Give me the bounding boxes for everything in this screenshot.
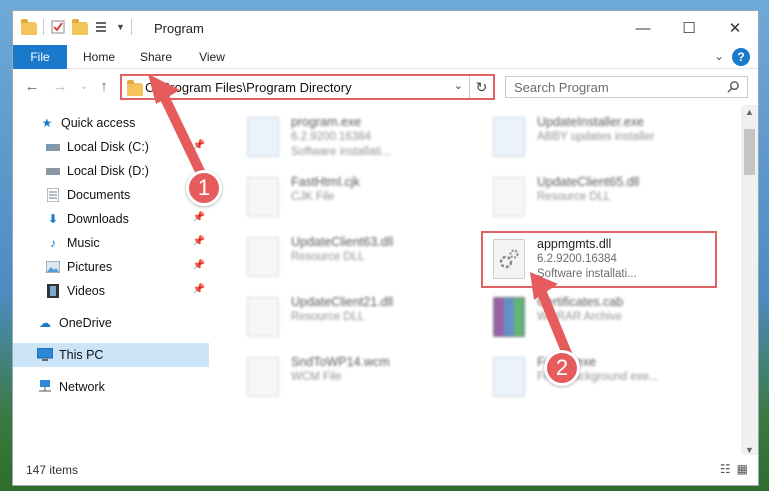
tab-share[interactable]: Share — [131, 45, 181, 69]
expand-ribbon-icon[interactable]: ⌄ — [714, 49, 724, 63]
recent-dropdown-icon[interactable]: ⌄ — [75, 81, 93, 92]
highlight-box — [481, 231, 717, 288]
sidebar-item-pictures[interactable]: Pictures 📌 — [13, 255, 209, 279]
callout-badge-2: 2 — [544, 350, 580, 386]
star-icon: ★ — [41, 116, 53, 130]
application-icon — [493, 117, 525, 157]
help-button[interactable]: ? — [732, 48, 750, 66]
dll-gear-icon — [247, 237, 279, 277]
file-item[interactable]: UpdateClient63.dll Resource DLL — [243, 231, 483, 287]
cloud-icon: ☁ — [39, 316, 51, 330]
dll-gear-icon — [247, 297, 279, 337]
file-item[interactable]: SndToWP14.wcm WCM File — [243, 351, 483, 407]
customize-icon[interactable] — [94, 19, 110, 35]
search-placeholder: Search Program — [514, 80, 609, 95]
search-icon[interactable] — [727, 80, 740, 93]
computer-icon — [37, 347, 53, 363]
new-folder-icon[interactable] — [72, 18, 88, 35]
chevron-down-icon[interactable]: ▼ — [116, 22, 125, 32]
tab-home[interactable]: Home — [73, 45, 125, 69]
minimize-button[interactable]: — — [620, 11, 666, 45]
pictures-icon — [45, 259, 61, 275]
quick-access-toolbar: ▼ — [21, 18, 132, 35]
file-icon — [247, 357, 279, 397]
window-title: Program — [154, 21, 204, 36]
pin-icon[interactable]: 📌 — [193, 236, 205, 247]
callout-badge-1: 1 — [186, 170, 222, 206]
item-count: 147 items — [26, 463, 79, 477]
network-icon — [37, 379, 53, 395]
drive-icon — [45, 139, 61, 155]
up-button[interactable]: ↑ — [95, 78, 113, 95]
search-input[interactable]: Search Program — [505, 76, 748, 98]
chevron-down-icon[interactable]: ⌄ — [454, 79, 463, 92]
download-icon: ⬇ — [47, 212, 59, 226]
title-bar: ▼ Program — ☐ ✕ — [13, 11, 758, 45]
file-item[interactable]: FastHtml.cjk CJK File — [243, 171, 483, 227]
pin-icon[interactable]: 📌 — [193, 260, 205, 271]
pin-icon[interactable]: 📌 — [193, 212, 205, 223]
drive-icon — [45, 163, 61, 179]
sidebar-item-this-pc[interactable]: This PC — [13, 343, 209, 367]
back-button[interactable]: ← — [23, 78, 41, 95]
large-icons-view-icon[interactable]: ▦ — [737, 462, 748, 476]
tab-file[interactable]: File — [13, 45, 67, 69]
scroll-up-icon[interactable]: ▲ — [741, 107, 758, 117]
view-toggles: ☷ ▦ — [720, 462, 748, 476]
file-item[interactable]: UpdateInstaller.exe ABBY updates install… — [489, 111, 729, 167]
folder-icon — [21, 18, 37, 35]
refresh-icon[interactable]: ↻ — [469, 76, 493, 98]
sidebar-item-music[interactable]: ♪ Music 📌 — [13, 231, 209, 255]
pin-icon[interactable]: 📌 — [193, 284, 205, 295]
details-view-icon[interactable]: ☷ — [720, 462, 731, 476]
documents-icon — [45, 187, 61, 203]
ribbon-tabs: File Home Share View ⌄ ? — [13, 45, 758, 69]
application-icon — [247, 117, 279, 157]
sidebar-item-onedrive[interactable]: ☁ OneDrive — [13, 311, 209, 335]
file-icon — [247, 177, 279, 217]
file-item[interactable]: UpdateClient65.dll Resource DLL — [489, 171, 729, 227]
scroll-thumb[interactable] — [744, 129, 755, 175]
explorer-window: ▼ Program — ☐ ✕ File Home Share View ⌄ ?… — [12, 10, 759, 486]
file-item[interactable]: UpdateClient21.dll Resource DLL — [243, 291, 483, 347]
forward-button[interactable]: → — [51, 78, 69, 95]
vertical-scrollbar[interactable]: ▲ ▼ — [741, 105, 758, 457]
sidebar-item-videos[interactable]: Videos 📌 — [13, 279, 209, 303]
videos-icon — [45, 283, 61, 299]
dll-gear-icon — [493, 177, 525, 217]
status-bar: 147 items ☷ ▦ — [13, 455, 758, 485]
file-item[interactable]: program.exe 6.2.9200.16384 Software inst… — [243, 111, 483, 167]
close-button[interactable]: ✕ — [712, 11, 758, 45]
tab-view[interactable]: View — [189, 45, 235, 69]
properties-icon[interactable] — [50, 19, 66, 35]
sidebar-item-downloads[interactable]: ⬇ Downloads 📌 — [13, 207, 209, 231]
scroll-down-icon[interactable]: ▼ — [741, 445, 758, 455]
maximize-button[interactable]: ☐ — [666, 11, 712, 45]
address-row: ← → ⌄ ↑ C:\Program Files\Program Directo… — [13, 69, 758, 105]
music-icon: ♪ — [50, 236, 56, 250]
sidebar-item-network[interactable]: Network — [13, 375, 209, 399]
